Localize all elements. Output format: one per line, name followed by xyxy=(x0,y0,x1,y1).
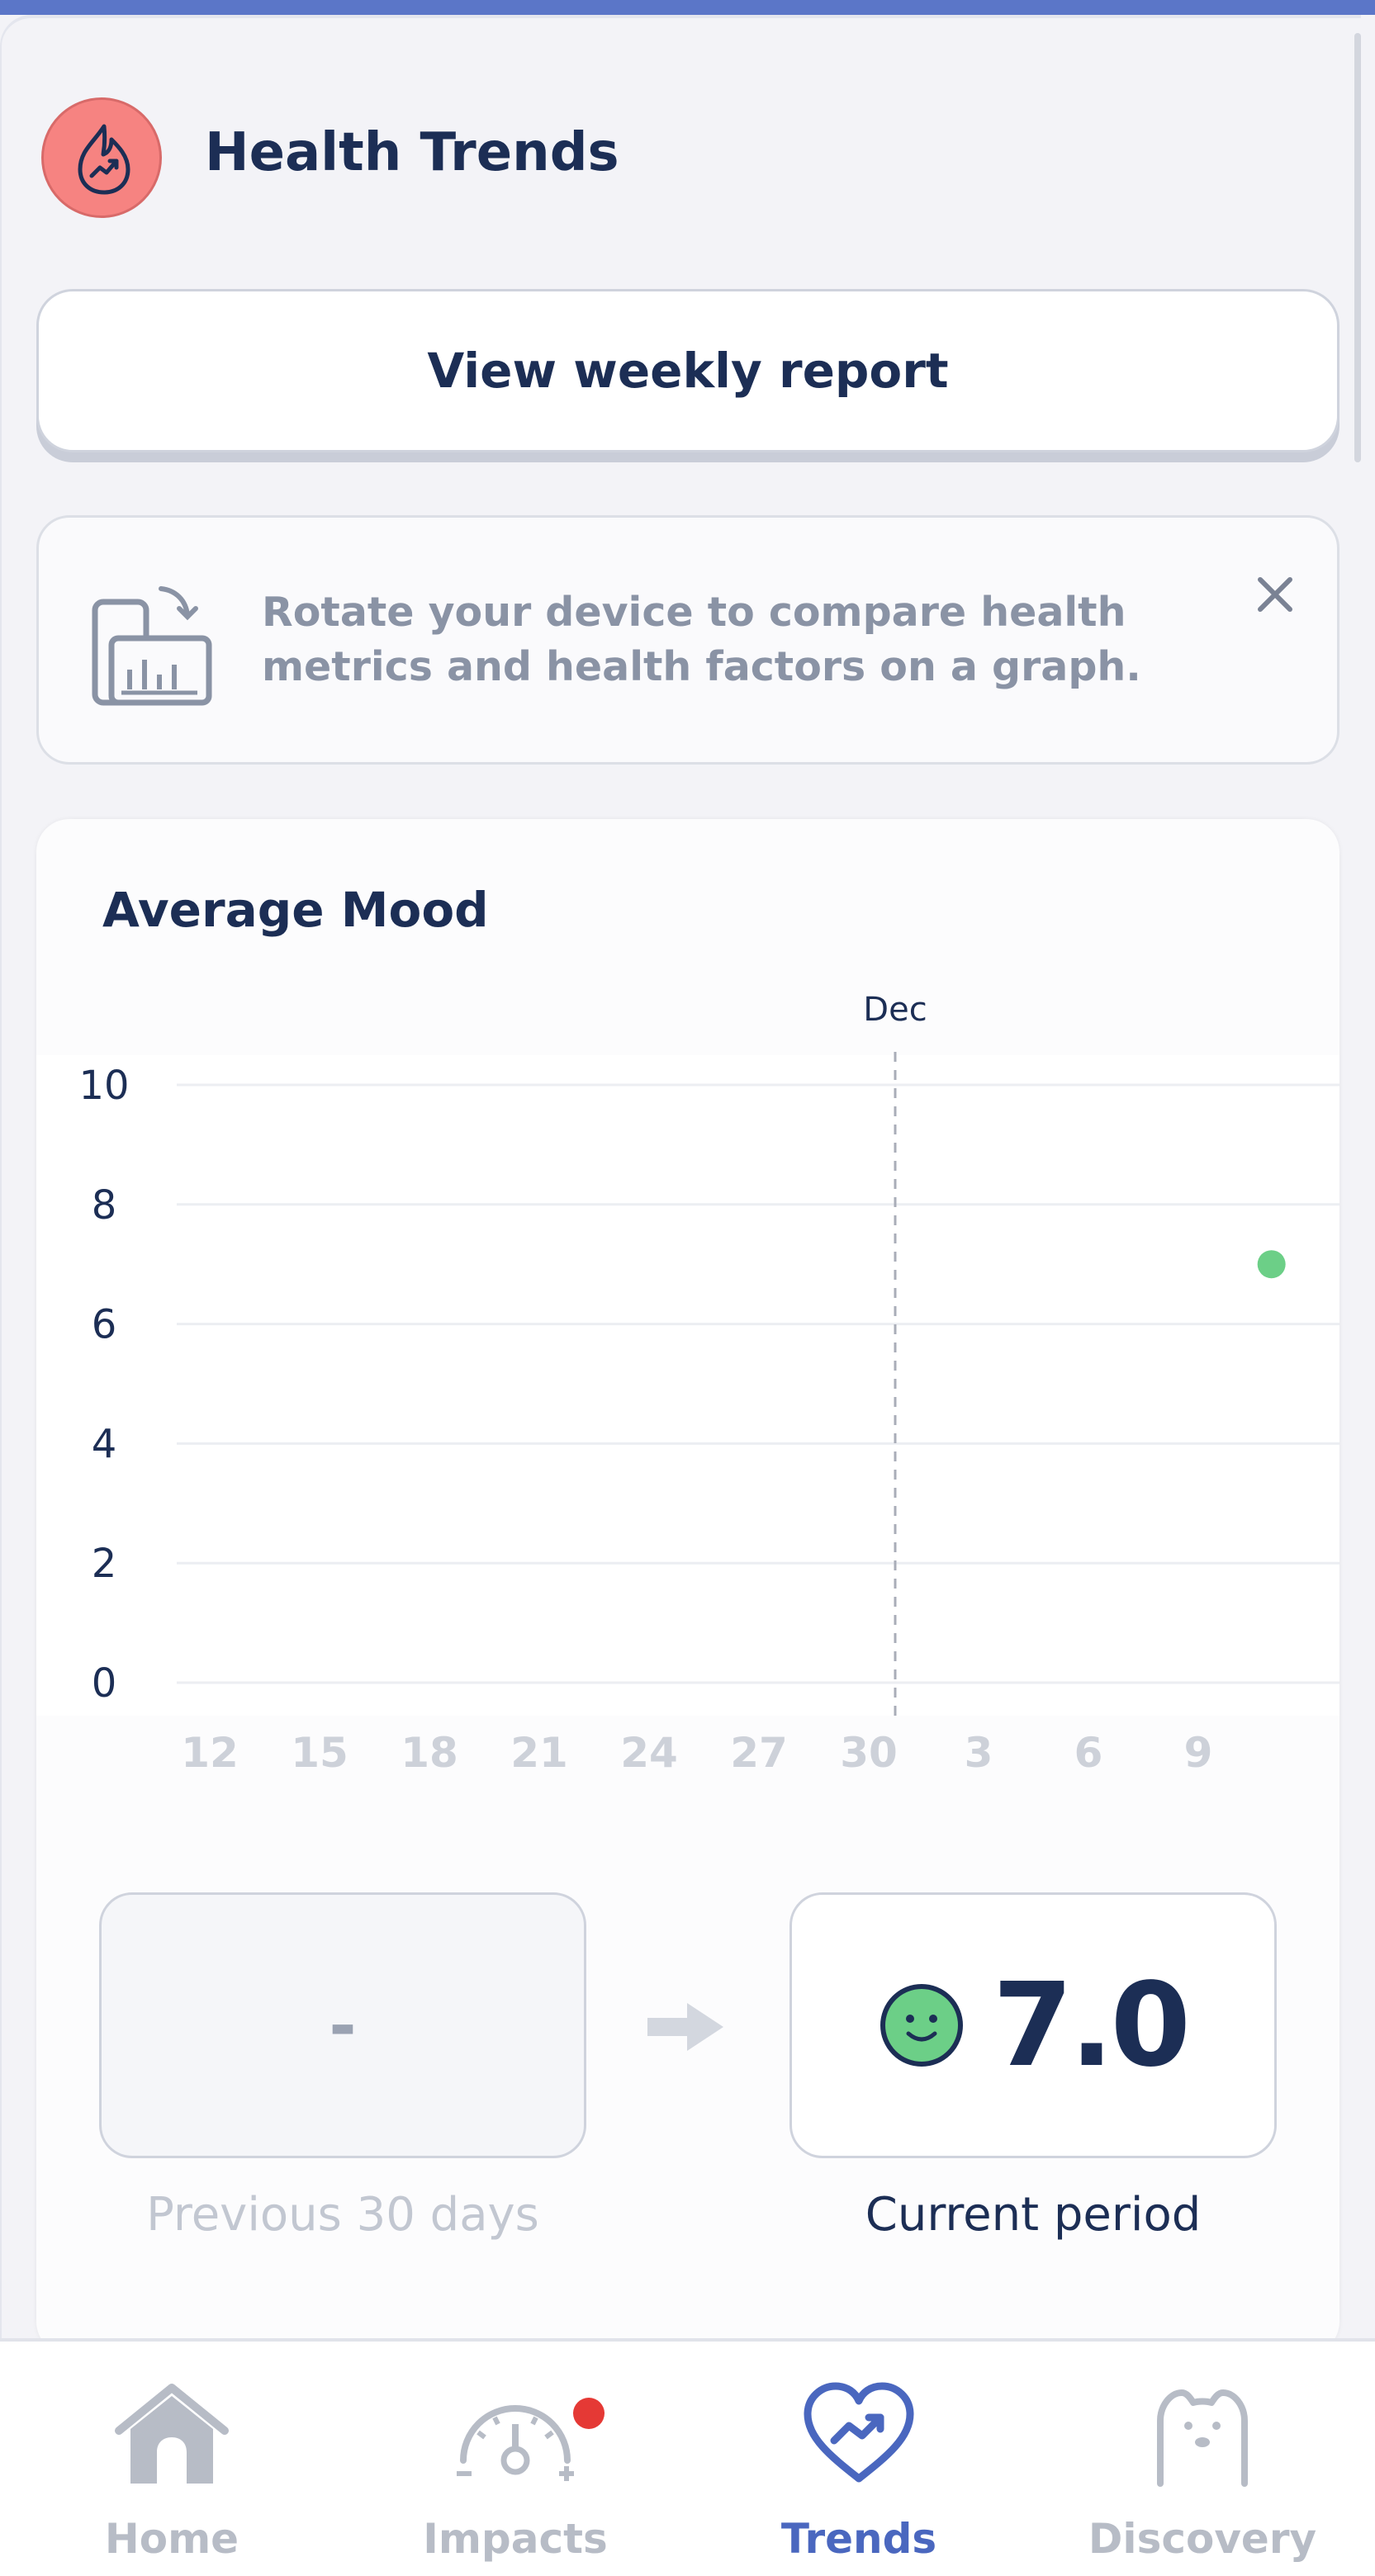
mood-data-point xyxy=(1257,1250,1286,1279)
current-period-value: 7.0 xyxy=(992,1958,1191,2093)
previous-period-label: Previous 30 days xyxy=(146,2188,539,2242)
bear-icon xyxy=(1157,2389,1248,2487)
y-tick-label: 6 xyxy=(92,1302,117,1348)
chart-plot-area xyxy=(36,1055,1339,1716)
y-tick-label: 4 xyxy=(92,1421,117,1467)
x-tick-label: 6 xyxy=(1074,1729,1103,1777)
x-tick-label: 30 xyxy=(840,1729,898,1777)
house-icon xyxy=(115,2384,229,2484)
x-tick-label: 12 xyxy=(181,1729,239,1777)
y-tick-label: 0 xyxy=(92,1660,117,1707)
y-tick-label: 10 xyxy=(78,1063,129,1109)
y-tick-label: 2 xyxy=(92,1541,117,1587)
average-mood-card: Average Mood 10 8 6 4 2 0 12 15 18 21 24 27 30 3 6 9 Dec… xyxy=(36,819,1339,2355)
tab-impacts-label: Impacts xyxy=(423,2515,608,2563)
rotate-device-tip-text: Rotate your device to compare health met… xyxy=(262,589,1141,690)
current-period-label: Current period xyxy=(865,2188,1202,2242)
health-trends-icon xyxy=(41,97,162,218)
x-tick-label: 21 xyxy=(510,1729,568,1777)
status-bar-accent xyxy=(0,0,1375,15)
arrow-right-icon xyxy=(647,2003,723,2051)
view-weekly-report-label: View weekly report xyxy=(427,343,949,399)
x-tick-label: 27 xyxy=(730,1729,788,1777)
tab-home-label: Home xyxy=(104,2515,239,2563)
bottom-tab-bar: Home Impacts Trends Discovery xyxy=(0,2338,1375,2576)
x-tick-label: 3 xyxy=(965,1729,993,1777)
previous-period-value: - xyxy=(329,1986,357,2064)
tab-home[interactable]: Home xyxy=(0,2342,344,2576)
y-tick-label: 8 xyxy=(92,1182,117,1229)
tab-discovery[interactable]: Discovery xyxy=(1031,2342,1374,2576)
tab-trends-label: Trends xyxy=(780,2515,937,2563)
current-period-box: 7.0 xyxy=(789,1892,1277,2158)
tab-impacts[interactable]: Impacts xyxy=(344,2342,687,2576)
tab-trends[interactable]: Trends xyxy=(687,2342,1031,2576)
month-label: Dec xyxy=(863,991,927,1029)
rotate-device-icon xyxy=(90,584,214,711)
x-tick-label: 24 xyxy=(620,1729,678,1777)
heart-trend-icon xyxy=(804,2382,914,2483)
x-tick-label: 9 xyxy=(1184,1729,1213,1777)
mood-chart: 10 8 6 4 2 0 12 15 18 21 24 27 30 3 6 9 Dec xyxy=(36,991,1339,1777)
tab-discovery-label: Discovery xyxy=(1088,2515,1317,2563)
previous-period-box: - xyxy=(99,1892,586,2158)
x-tick-label: 15 xyxy=(291,1729,348,1777)
close-icon xyxy=(1258,577,1292,612)
x-tick-label: 18 xyxy=(401,1729,458,1777)
scrollbar[interactable] xyxy=(1354,33,1361,462)
page-title: Health Trends xyxy=(205,122,619,183)
rotate-device-tip: Rotate your device to compare health met… xyxy=(36,515,1339,765)
close-tip-button[interactable] xyxy=(1246,566,1304,623)
smile-face-icon xyxy=(880,1984,963,2067)
gauge-icon xyxy=(457,2405,574,2481)
notification-badge xyxy=(573,2398,605,2429)
view-weekly-report-button[interactable]: View weekly report xyxy=(36,289,1339,452)
